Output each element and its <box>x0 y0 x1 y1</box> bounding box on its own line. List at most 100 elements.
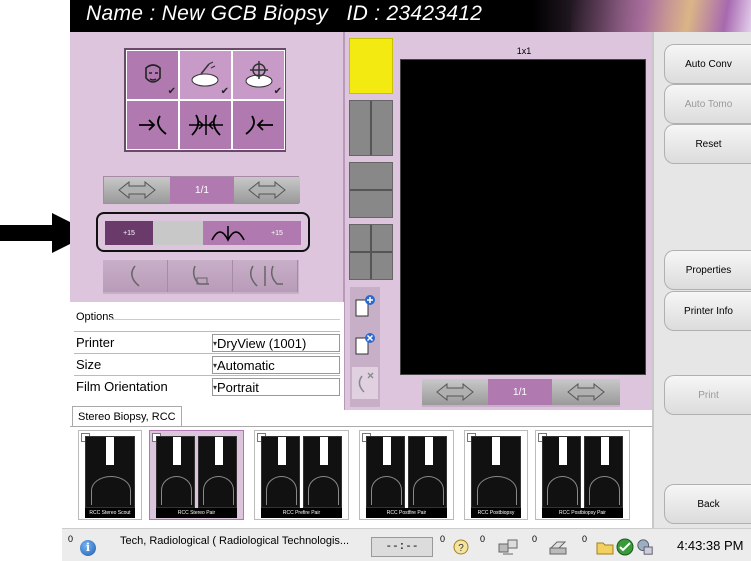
thumbnail-item[interactable]: RCC Postbiopsy Pair <box>535 430 630 520</box>
layout-2x2[interactable] <box>349 224 393 280</box>
offset-right-button[interactable]: +15 <box>253 221 301 245</box>
option-row-printer: Printer DryView (1001) ▾ <box>74 331 340 353</box>
thumbnail-images <box>366 436 447 508</box>
options-divider <box>110 319 340 320</box>
film-tools <box>350 287 380 407</box>
image-tools-grid: ✔ ✔ ✔ <box>124 48 286 152</box>
folder-icon[interactable] <box>596 538 614 556</box>
alert-count: 0 <box>68 534 74 544</box>
film-next-button[interactable] <box>552 379 620 405</box>
counter-4: 0 <box>532 534 538 544</box>
thumbnail-caption: RCC Postfire Pair <box>366 508 447 518</box>
arrow-left-icon <box>436 383 474 401</box>
thumbnail-images <box>85 436 135 508</box>
help-icon[interactable]: ? <box>452 538 470 556</box>
xray-image <box>303 436 342 508</box>
breast-arrow-right-icon <box>138 115 167 135</box>
svg-text:?: ? <box>458 543 464 554</box>
tab-stereo-biopsy[interactable]: Stereo Biopsy, RCC <box>72 406 182 427</box>
reset-button[interactable]: Reset <box>664 124 751 164</box>
offset-left-button[interactable]: +15 <box>105 221 153 245</box>
film-add-icon <box>355 295 375 317</box>
orientation-select[interactable]: Portrait ▾ <box>212 378 340 396</box>
paddle-view-button[interactable] <box>168 260 233 292</box>
auto-tomo-button[interactable]: Auto Tomo <box>664 84 751 124</box>
offset-left-label: +15 <box>123 229 135 237</box>
counter-3: 0 <box>480 534 486 544</box>
layout-1x2[interactable] <box>349 100 393 156</box>
timer-display: --:-- <box>371 537 433 557</box>
auto-conv-button[interactable]: Auto Conv <box>664 44 751 84</box>
add-film-button[interactable] <box>352 291 378 323</box>
arrow-left-icon <box>118 181 156 199</box>
check-status-icon[interactable] <box>616 538 634 556</box>
thumbnail-caption: RCC Stereo Scout <box>85 508 135 518</box>
target-cloud-tool[interactable]: ✔ <box>232 50 285 100</box>
previous-page-button[interactable] <box>104 177 170 203</box>
title-bar: Name : New GCB Biopsy ID : 23423412 <box>70 0 751 32</box>
symmetry-button[interactable] <box>203 221 253 245</box>
film-page-indicator: 1/1 <box>488 379 552 405</box>
combined-view-icon <box>250 265 283 287</box>
view-mode-row <box>103 260 299 294</box>
patient-name: Name : New GCB Biopsy <box>86 2 329 25</box>
approach-both-tool[interactable] <box>179 100 232 150</box>
check-icon: ✔ <box>273 86 282 97</box>
left-tools-panel: ✔ ✔ ✔ 1/1 +15 +15 <box>70 32 344 302</box>
clock: 4:43:38 PM <box>677 538 744 553</box>
thumbnail-item[interactable]: RCC Stereo Scout <box>78 430 142 520</box>
xray-image <box>408 436 447 508</box>
xray-image <box>471 436 521 508</box>
check-icon: ✔ <box>220 86 229 97</box>
combined-view-button[interactable] <box>233 260 298 292</box>
needle-cloud-icon <box>191 61 218 87</box>
breast-outline-icon <box>131 265 140 287</box>
size-select[interactable]: Automatic ▾ <box>212 356 340 374</box>
printer-icon[interactable] <box>546 538 570 556</box>
options-title: Options <box>76 311 114 323</box>
printer-select[interactable]: DryView (1001) ▾ <box>212 334 340 352</box>
thumbnail-item[interactable]: RCC Postbiopsy <box>464 430 528 520</box>
xray-image <box>198 436 237 508</box>
face-icon <box>144 64 161 83</box>
xray-image <box>542 436 581 508</box>
printer-info-button[interactable]: Printer Info <box>664 291 751 331</box>
print-button[interactable]: Print <box>664 375 751 415</box>
film-previous-button[interactable] <box>422 379 488 405</box>
offset-right-label: +15 <box>271 229 283 237</box>
network-icon[interactable] <box>496 538 520 556</box>
status-bar: 0 i Tech, Radiological ( Radiological Te… <box>62 528 751 561</box>
needle-cloud-tool[interactable]: ✔ <box>179 50 232 100</box>
thumbnail-item[interactable]: RCC Stereo Pair <box>149 430 244 520</box>
check-icon: ✔ <box>167 86 176 97</box>
option-row-orientation: Film Orientation Portrait ▾ <box>74 375 340 397</box>
breast-view-button[interactable] <box>103 260 168 292</box>
remove-image-button[interactable] <box>352 367 378 399</box>
thumbnail-caption: RCC Postbiopsy Pair <box>542 508 623 518</box>
thumbnail-strip: RCC Stereo Scout RCC Stereo Pair RCC Pre… <box>70 427 652 528</box>
patient-face-tool[interactable]: ✔ <box>126 50 179 100</box>
film-preview[interactable] <box>400 59 646 375</box>
counter-5: 0 <box>582 534 588 544</box>
delete-film-button[interactable] <box>352 329 378 361</box>
thumbnail-images <box>471 436 521 508</box>
system-icon[interactable] <box>636 538 654 556</box>
thumbnail-caption: RCC Prefire Pair <box>261 508 342 518</box>
layout-1x1[interactable] <box>349 38 393 94</box>
thumbnail-images <box>542 436 623 508</box>
approach-right-tool[interactable] <box>126 100 179 150</box>
xray-image <box>156 436 195 508</box>
layout-label: 1x1 <box>516 46 532 56</box>
layout-2x1[interactable] <box>349 162 393 218</box>
properties-button[interactable]: Properties <box>664 250 751 290</box>
film-page-navigator: 1/1 <box>422 379 620 407</box>
back-button[interactable]: Back <box>664 484 751 524</box>
approach-left-tool[interactable] <box>232 100 285 150</box>
thumbnail-item[interactable]: RCC Prefire Pair <box>254 430 349 520</box>
next-page-button[interactable] <box>234 177 300 203</box>
thumbnail-item[interactable]: RCC Postfire Pair <box>359 430 454 520</box>
patient-title: Name : New GCB Biopsy ID : 23423412 <box>86 2 482 26</box>
xray-image <box>85 436 135 508</box>
breast-arrow-left-icon <box>244 115 273 135</box>
info-icon[interactable]: i <box>80 540 96 556</box>
